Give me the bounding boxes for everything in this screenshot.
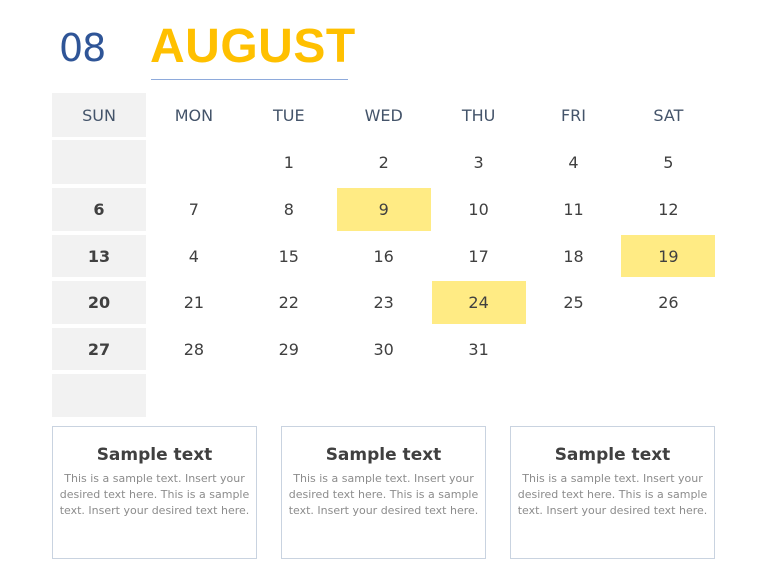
day-cell: 30 <box>373 339 394 359</box>
day-cell: 29 <box>278 339 299 359</box>
day-cell: 3 <box>473 152 484 172</box>
day-cell: 10 <box>468 200 489 219</box>
empty-day-cell <box>432 374 526 417</box>
weekday-header-sun: SUN <box>52 93 146 137</box>
text-box-1: Sample text This is a sample text. Inser… <box>52 426 257 559</box>
highlighted-day-cell: 9 <box>336 188 431 231</box>
highlighted-day-cell: 19 <box>621 235 716 277</box>
day-cell: 4 <box>568 152 579 172</box>
text-box-body: This is a sample text. Insert your desir… <box>59 472 250 517</box>
month-number: 08 <box>59 26 106 70</box>
text-box-title: Sample text <box>325 445 442 465</box>
empty-day-cell <box>621 374 715 417</box>
weekday-header-fri: FRI <box>560 105 587 125</box>
weekday-header-tue: TUE <box>273 105 305 125</box>
day-cell: 18 <box>563 246 584 266</box>
day-cell: 15 <box>278 246 299 266</box>
empty-day-cell <box>147 374 241 417</box>
day-cell: 5 <box>663 152 674 172</box>
weekday-header-mon: MON <box>174 105 214 125</box>
text-box-title: Sample text <box>96 445 213 465</box>
empty-day-cell <box>242 374 336 417</box>
day-cell: 20 <box>52 281 146 324</box>
weekday-header-wed: WED <box>364 105 403 125</box>
day-cell: 2 <box>378 152 389 172</box>
day-cell: 8 <box>283 200 294 219</box>
text-box-3: Sample text This is a sample text. Inser… <box>510 426 715 559</box>
highlighted-day-cell: 24 <box>431 281 526 324</box>
day-cell: 12 <box>658 200 679 219</box>
day-cell: 31 <box>468 339 489 359</box>
text-box-2: Sample text This is a sample text. Inser… <box>281 426 486 559</box>
text-box-body: This is a sample text. Insert your desir… <box>288 472 479 517</box>
empty-day-cell <box>52 374 146 417</box>
text-box-title: Sample text <box>554 445 671 465</box>
day-cell: 16 <box>373 246 394 266</box>
day-cell: 17 <box>468 246 489 266</box>
day-cell: 22 <box>278 293 299 312</box>
empty-day-cell <box>527 328 621 370</box>
weekday-header-thu: THU <box>461 105 496 125</box>
day-cell: 23 <box>373 293 394 312</box>
text-box-body: This is a sample text. Insert your desir… <box>517 472 708 517</box>
day-cell: 26 <box>658 293 679 312</box>
empty-day-cell <box>147 140 241 184</box>
weekday-header-sat: SAT <box>653 105 684 125</box>
day-cell: 28 <box>183 339 205 359</box>
day-cell: 13 <box>52 235 146 277</box>
day-cell: 6 <box>52 188 146 231</box>
day-cell: 27 <box>52 328 146 370</box>
day-cell: 4 <box>188 246 199 266</box>
month-name: AUGUST <box>150 20 356 73</box>
day-cell: 25 <box>563 293 584 312</box>
day-cell: 1 <box>283 152 294 172</box>
empty-day-cell <box>621 328 715 370</box>
day-cell: 11 <box>563 200 584 219</box>
empty-day-cell <box>52 140 146 184</box>
empty-day-cell <box>527 374 621 417</box>
day-cell: 21 <box>183 293 205 312</box>
empty-day-cell <box>337 374 431 417</box>
day-cell: 7 <box>188 200 199 219</box>
title-underline <box>151 79 348 80</box>
